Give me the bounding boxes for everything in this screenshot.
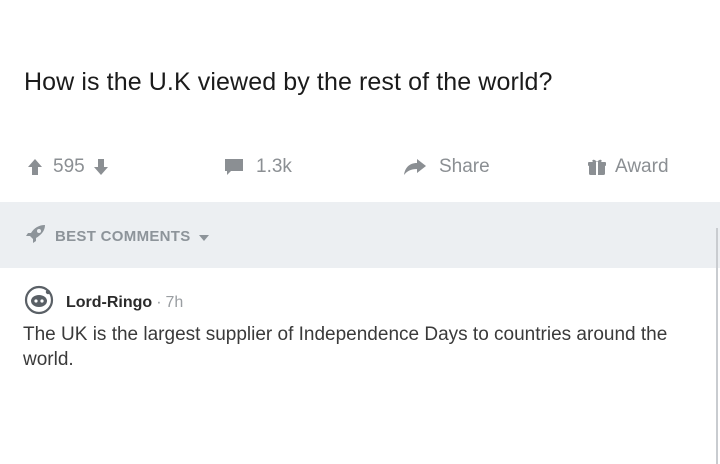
post-card: How is the U.K viewed by the rest of the… [0,0,720,202]
share-label: Share [439,156,490,177]
post-action-bar: 595 1.3k Share Award [0,148,720,186]
comment-count: 1.3k [256,156,292,177]
comments-button[interactable]: 1.3k [224,148,292,186]
rocket-icon [25,224,47,248]
comment-body: The UK is the largest supplier of Indepe… [23,324,668,370]
vote-control: 595 [27,148,109,186]
meta-separator: · [156,293,162,311]
post-title[interactable]: How is the U.K viewed by the rest of the… [24,68,553,97]
sort-comments-dropdown[interactable]: BEST COMMENTS [25,224,209,248]
comment: Lord-Ringo · 7h The UK is the largest su… [0,268,720,464]
downvote-icon[interactable] [93,158,109,176]
scrollbar-edge [716,228,718,464]
award-label: Award [615,156,669,177]
vote-count: 595 [53,156,85,177]
sort-label: BEST COMMENTS [55,227,191,245]
award-button[interactable]: Award [588,148,669,186]
avatar-icon[interactable] [23,285,55,320]
comment-meta: Lord-Ringo · 7h [23,285,183,320]
comment-sort-bar: BEST COMMENTS [0,202,720,268]
upvote-icon[interactable] [27,158,43,176]
comment-icon [224,158,244,176]
share-icon [403,158,427,176]
comment-timestamp: 7h [165,293,184,311]
share-button[interactable]: Share [403,148,490,186]
award-icon [588,158,606,176]
caret-down-icon [198,228,209,245]
comment-username[interactable]: Lord-Ringo [66,294,152,312]
